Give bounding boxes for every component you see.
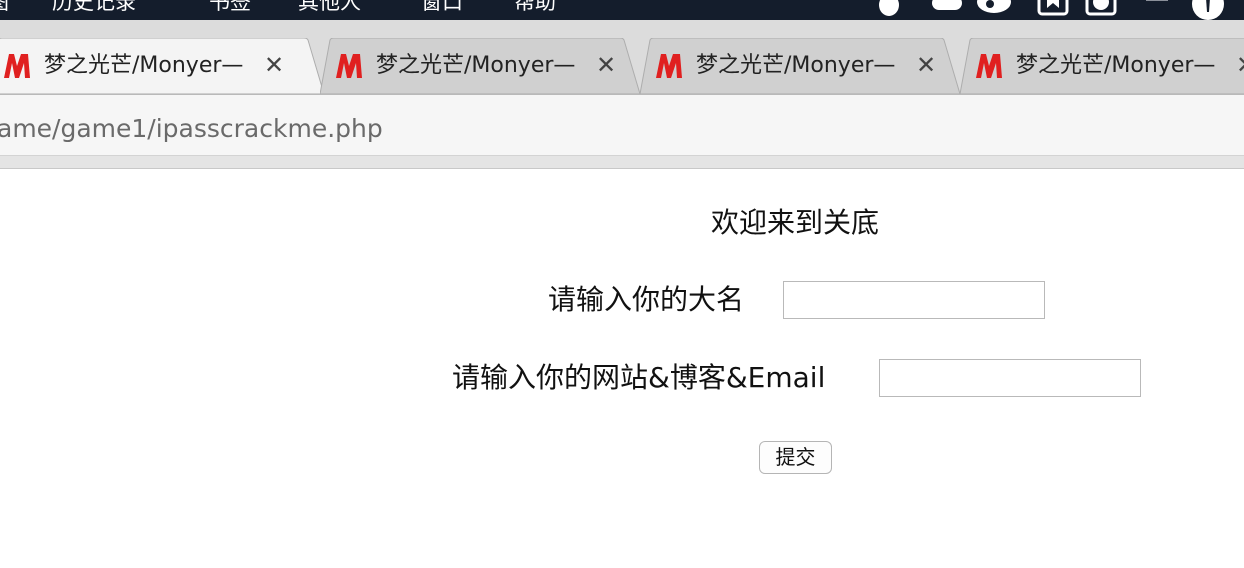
menu-bar: 图 历史记录 书签 其他人 窗口 帮助 bbox=[0, 0, 1244, 20]
weibo-icon[interactable] bbox=[974, 0, 1016, 16]
bookmark-box-icon[interactable] bbox=[1036, 0, 1070, 16]
url-text[interactable]: ame/game1/ipasscrackme.php bbox=[0, 114, 383, 144]
user-icon[interactable] bbox=[1190, 0, 1226, 20]
tab[interactable]: 梦之光芒/Monyer— ✕ bbox=[960, 38, 1244, 94]
close-tab-icon[interactable]: ✕ bbox=[912, 50, 940, 80]
name-input[interactable] bbox=[783, 281, 1045, 319]
tab-strip: 梦之光芒/Monyer— ✕ 梦之光芒/Monyer— ✕ 梦之光芒/Monye… bbox=[0, 20, 1244, 95]
tab-title: 梦之光芒/Monyer— bbox=[696, 53, 896, 78]
menu-item-bookmarks[interactable]: 书签 bbox=[209, 0, 251, 14]
monyer-favicon-icon bbox=[656, 54, 682, 78]
cloud-icon[interactable] bbox=[928, 0, 964, 16]
monyer-favicon-icon bbox=[976, 54, 1002, 78]
address-bar[interactable]: ame/game1/ipasscrackme.php bbox=[0, 95, 1244, 156]
name-label: 请输入你的大名 bbox=[548, 283, 745, 316]
toolbar-divider bbox=[0, 156, 1244, 169]
page-heading: 欢迎来到关底 bbox=[710, 206, 879, 239]
monyer-favicon-icon bbox=[4, 54, 30, 78]
tab-title: 梦之光芒/Monyer— bbox=[376, 53, 576, 78]
menu-item-window[interactable]: 窗口 bbox=[421, 0, 463, 14]
tab[interactable]: 梦之光芒/Monyer— ✕ bbox=[640, 38, 961, 94]
submit-button[interactable]: 提交 bbox=[759, 441, 832, 474]
check-box-icon[interactable] bbox=[1084, 0, 1118, 16]
tab-active[interactable]: 梦之光芒/Monyer— ✕ bbox=[0, 38, 325, 94]
website-email-label: 请输入你的网站&博客&Email bbox=[452, 361, 826, 394]
menu-item-help[interactable]: 帮助 bbox=[514, 0, 556, 14]
tab[interactable]: 梦之光芒/Monyer— ✕ bbox=[320, 38, 641, 94]
qq-penguin-icon[interactable] bbox=[874, 0, 904, 16]
menu-item-people[interactable]: 其他人 bbox=[298, 0, 361, 14]
monyer-favicon-icon bbox=[336, 54, 362, 78]
website-email-input[interactable] bbox=[879, 359, 1141, 397]
menu-item-history[interactable]: 历史记录 bbox=[52, 0, 136, 14]
status-dots-icon bbox=[1146, 0, 1168, 1]
close-tab-icon[interactable]: ✕ bbox=[260, 50, 288, 80]
tab-title: 梦之光芒/Monyer— bbox=[1016, 53, 1216, 78]
close-tab-icon[interactable]: ✕ bbox=[1232, 50, 1244, 80]
tab-title: 梦之光芒/Monyer— bbox=[44, 53, 244, 78]
menu-item-partial[interactable]: 图 bbox=[0, 0, 9, 14]
close-tab-icon[interactable]: ✕ bbox=[592, 50, 620, 80]
